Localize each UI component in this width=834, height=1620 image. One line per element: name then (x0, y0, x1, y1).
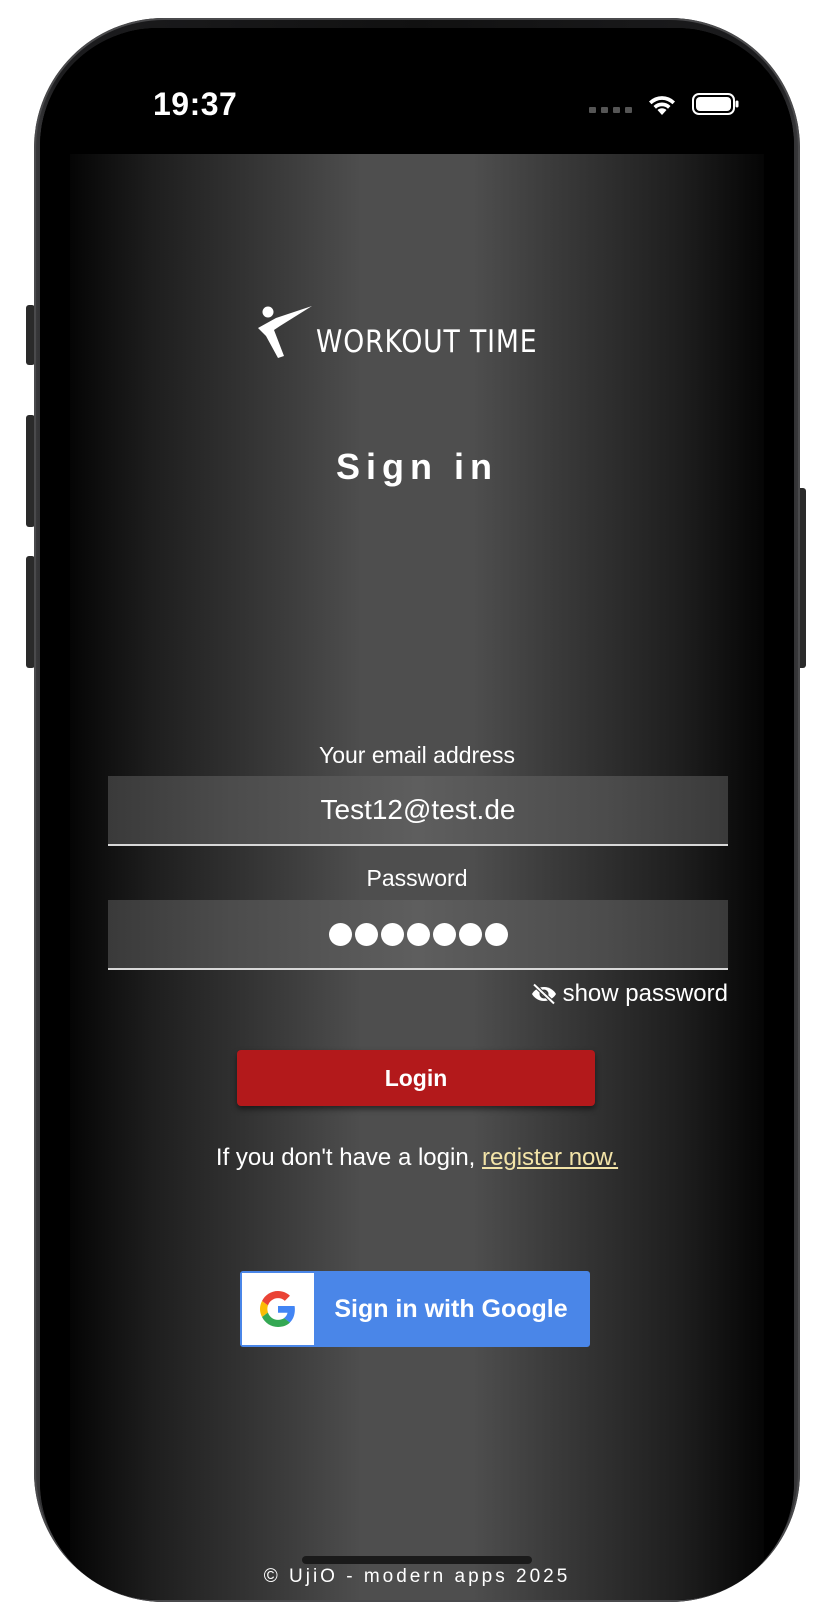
app-logo: WORKOUT TIME (256, 304, 574, 360)
email-field[interactable] (108, 776, 728, 844)
email-field-container (108, 776, 728, 846)
register-prefix: If you don't have a login, (215, 1144, 483, 1171)
screen: 19:37 WORKOUT TIME Sign in Your email ad… (40, 28, 794, 1600)
app-content: WORKOUT TIME Sign in Your email address … (70, 154, 764, 1600)
status-bar: 19:37 (40, 28, 794, 154)
status-time: 19:37 (153, 86, 238, 122)
show-password-toggle[interactable]: show password (531, 980, 728, 1008)
google-signin-label: Sign in with Google (334, 1294, 568, 1323)
email-label: Your email address (318, 742, 516, 768)
password-dot (354, 922, 378, 946)
register-prompt: If you don't have a login, register now. (70, 1144, 764, 1172)
show-password-label: show password (562, 980, 728, 1007)
footer-copyright: © UjiO - modern apps 2025 (263, 1566, 571, 1587)
password-mask (108, 900, 728, 968)
battery-icon (692, 93, 739, 115)
signal-icon (589, 93, 632, 115)
password-dot (432, 922, 456, 946)
password-label: Password (366, 865, 468, 891)
page-title: Sign in (336, 446, 498, 487)
password-dot (406, 922, 430, 946)
password-dot (484, 922, 508, 946)
wifi-icon (649, 96, 675, 115)
home-indicator[interactable] (302, 1556, 532, 1564)
runner-logo-icon (258, 306, 312, 358)
phone-bezel: 19:37 WORKOUT TIME Sign in Your email ad… (40, 28, 794, 1600)
status-icons (589, 86, 740, 122)
device-stage: 19:37 WORKOUT TIME Sign in Your email ad… (0, 0, 834, 1620)
logo-text: WORKOUT TIME (316, 324, 538, 360)
password-field[interactable] (108, 900, 728, 970)
login-button[interactable]: Login (237, 1050, 595, 1106)
google-icon (260, 1291, 295, 1327)
password-dot (458, 922, 482, 946)
eye-off-icon (531, 983, 556, 1005)
register-link[interactable]: register now. (482, 1144, 618, 1171)
password-dot (380, 922, 404, 946)
google-signin-button[interactable]: Sign in with Google (240, 1271, 590, 1347)
password-dot (328, 922, 352, 946)
google-icon-box (242, 1273, 314, 1345)
